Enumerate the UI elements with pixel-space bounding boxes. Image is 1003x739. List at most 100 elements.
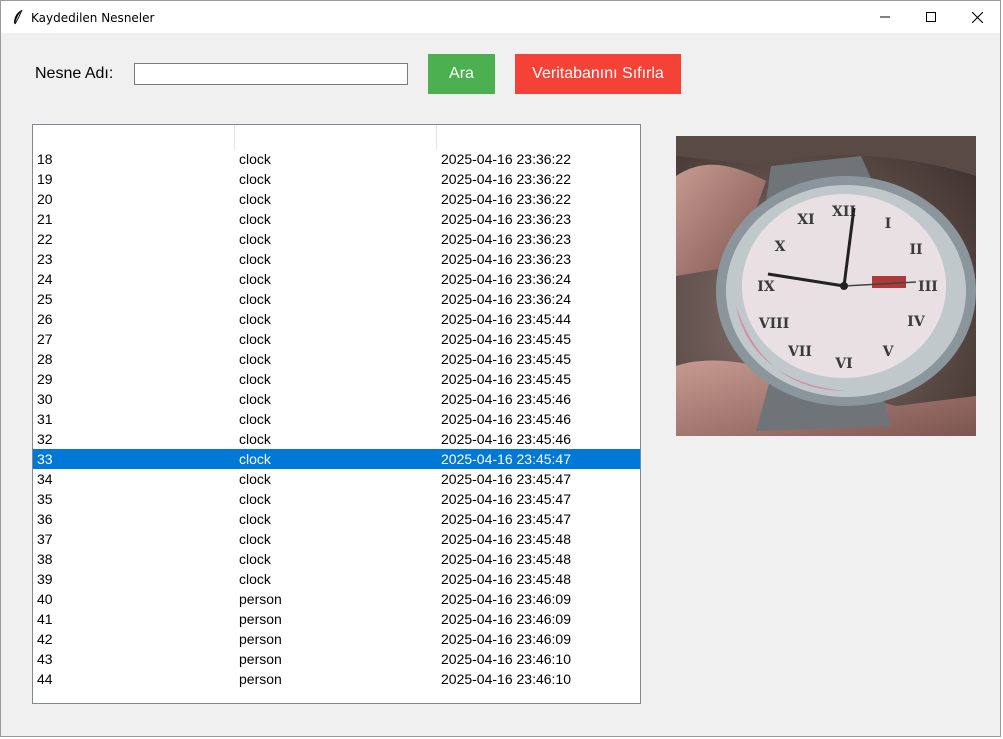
table-row[interactable]: 41 person 2025-04-16 23:46:09 (33, 609, 640, 629)
cell-id: 18 (37, 151, 53, 167)
object-name-label: Nesne Adı: (35, 65, 114, 82)
cell-id: 25 (37, 291, 53, 307)
close-button[interactable] (954, 1, 1000, 33)
cell-id: 24 (37, 271, 53, 287)
close-icon (971, 11, 983, 23)
table-row[interactable]: 23 clock 2025-04-16 23:36:23 (33, 249, 640, 269)
table-row[interactable]: 32 clock 2025-04-16 23:45:46 (33, 429, 640, 449)
object-name-input[interactable] (134, 63, 408, 85)
svg-text:I: I (885, 216, 892, 232)
table-row[interactable]: 18 clock 2025-04-16 23:36:22 (33, 149, 640, 169)
table-row[interactable]: 40 person 2025-04-16 23:46:09 (33, 589, 640, 609)
svg-text:VII: VII (787, 344, 812, 360)
cell-time: 2025-04-16 23:45:45 (441, 351, 571, 367)
table-row[interactable]: 35 clock 2025-04-16 23:45:47 (33, 489, 640, 509)
table-row[interactable]: 24 clock 2025-04-16 23:36:24 (33, 269, 640, 289)
minimize-button[interactable] (862, 1, 908, 33)
cell-id: 21 (37, 211, 53, 227)
table-row[interactable]: 20 clock 2025-04-16 23:36:22 (33, 189, 640, 209)
column-header-time[interactable] (437, 125, 639, 150)
column-header-id[interactable] (33, 125, 235, 150)
cell-time: 2025-04-16 23:45:44 (441, 311, 571, 327)
table-row[interactable]: 42 person 2025-04-16 23:46:09 (33, 629, 640, 649)
cell-name: clock (239, 311, 271, 327)
table-row[interactable]: 34 clock 2025-04-16 23:45:47 (33, 469, 640, 489)
maximize-button[interactable] (908, 1, 954, 33)
svg-text:IV: IV (907, 314, 926, 330)
table-row[interactable]: 26 clock 2025-04-16 23:45:44 (33, 309, 640, 329)
cell-time: 2025-04-16 23:36:23 (441, 211, 571, 227)
cell-id: 32 (37, 431, 53, 447)
feather-icon (11, 9, 25, 25)
table-row[interactable]: 36 clock 2025-04-16 23:45:47 (33, 509, 640, 529)
table-row[interactable]: 39 clock 2025-04-16 23:45:48 (33, 569, 640, 589)
cell-id: 35 (37, 491, 53, 507)
cell-name: clock (239, 171, 271, 187)
column-header-name[interactable] (235, 125, 437, 150)
cell-name: clock (239, 211, 271, 227)
svg-text:XI: XI (797, 212, 814, 228)
table-row[interactable]: 28 clock 2025-04-16 23:45:45 (33, 349, 640, 369)
cell-id: 34 (37, 471, 53, 487)
cell-id: 31 (37, 411, 53, 427)
cell-time: 2025-04-16 23:45:45 (441, 371, 571, 387)
cell-time: 2025-04-16 23:45:48 (441, 551, 571, 567)
search-button[interactable]: Ara (428, 54, 495, 94)
cell-id: 29 (37, 371, 53, 387)
cell-name: person (239, 671, 282, 687)
cell-id: 23 (37, 251, 53, 267)
window-title: Kaydedilen Nesneler (31, 11, 155, 25)
cell-id: 37 (37, 531, 53, 547)
cell-time: 2025-04-16 23:45:48 (441, 531, 571, 547)
cell-time: 2025-04-16 23:36:22 (441, 191, 571, 207)
minimize-icon (880, 16, 890, 18)
cell-time: 2025-04-16 23:45:47 (441, 491, 571, 507)
svg-text:III: III (918, 279, 938, 295)
cell-name: clock (239, 331, 271, 347)
cell-time: 2025-04-16 23:36:24 (441, 291, 571, 307)
cell-time: 2025-04-16 23:46:10 (441, 651, 571, 667)
cell-id: 41 (37, 611, 53, 627)
table-row[interactable]: 21 clock 2025-04-16 23:36:23 (33, 209, 640, 229)
table-row[interactable]: 44 person 2025-04-16 23:46:10 (33, 669, 640, 689)
cell-name: clock (239, 511, 271, 527)
cell-time: 2025-04-16 23:45:47 (441, 511, 571, 527)
table-row[interactable]: 30 clock 2025-04-16 23:45:46 (33, 389, 640, 409)
cell-time: 2025-04-16 23:45:46 (441, 411, 571, 427)
reset-database-button[interactable]: Veritabanını Sıfırla (515, 54, 681, 94)
cell-name: person (239, 631, 282, 647)
table-row[interactable]: 27 clock 2025-04-16 23:45:45 (33, 329, 640, 349)
title-bar[interactable]: Kaydedilen Nesneler (1, 1, 1000, 33)
cell-name: clock (239, 251, 271, 267)
maximize-icon (926, 12, 936, 22)
table-row[interactable]: 37 clock 2025-04-16 23:45:48 (33, 529, 640, 549)
cell-time: 2025-04-16 23:45:47 (441, 451, 571, 467)
cell-name: clock (239, 491, 271, 507)
objects-table[interactable]: 18 clock 2025-04-16 23:36:22 19 clock 2025-04… (32, 124, 641, 704)
app-window: Kaydedilen Nesneler Nesne Adı: Ara Verit… (0, 0, 1001, 737)
cell-name: clock (239, 291, 271, 307)
cell-name: clock (239, 351, 271, 367)
table-row[interactable]: 31 clock 2025-04-16 23:45:46 (33, 409, 640, 429)
table-row[interactable]: 19 clock 2025-04-16 23:36:22 (33, 169, 640, 189)
cell-id: 40 (37, 591, 53, 607)
cell-id: 27 (37, 331, 53, 347)
cell-id: 44 (37, 671, 53, 687)
cell-id: 33 (37, 451, 53, 467)
cell-time: 2025-04-16 23:36:22 (441, 151, 571, 167)
cell-name: clock (239, 231, 271, 247)
cell-name: clock (239, 431, 271, 447)
svg-text:X: X (775, 239, 786, 255)
cell-name: clock (239, 191, 271, 207)
table-row[interactable]: 33 clock 2025-04-16 23:45:47 (33, 449, 640, 469)
detected-object-image: XII I II III IV V VI VII VIII IX X XI (676, 136, 976, 436)
cell-name: clock (239, 451, 271, 467)
table-row[interactable]: 25 clock 2025-04-16 23:36:24 (33, 289, 640, 309)
table-row[interactable]: 29 clock 2025-04-16 23:45:45 (33, 369, 640, 389)
table-row[interactable]: 22 clock 2025-04-16 23:36:23 (33, 229, 640, 249)
table-row[interactable]: 38 clock 2025-04-16 23:45:48 (33, 549, 640, 569)
cell-time: 2025-04-16 23:45:48 (441, 571, 571, 587)
cell-id: 39 (37, 571, 53, 587)
cell-id: 22 (37, 231, 53, 247)
table-row[interactable]: 43 person 2025-04-16 23:46:10 (33, 649, 640, 669)
